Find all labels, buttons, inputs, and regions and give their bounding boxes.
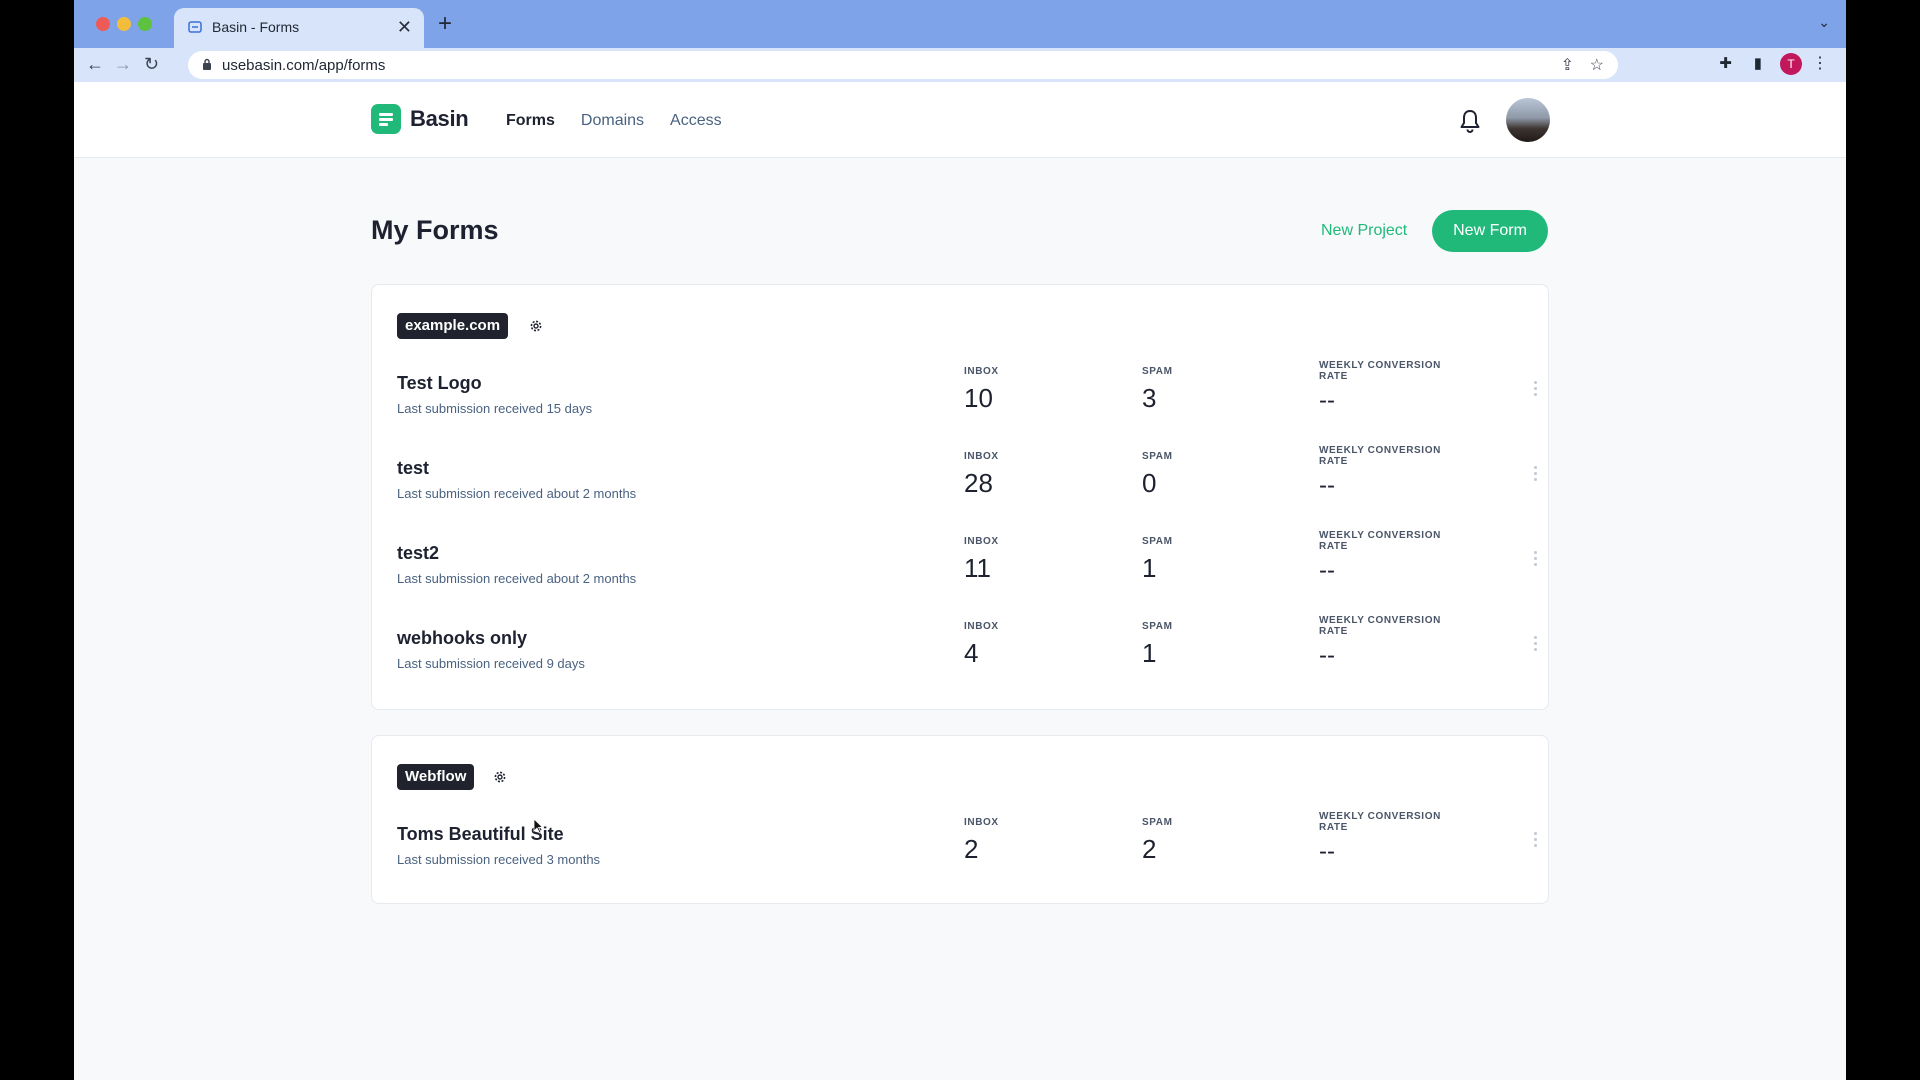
form-name[interactable]: test2 <box>397 543 439 564</box>
form-row[interactable]: Toms Beautiful Site Last submission rece… <box>372 811 1548 904</box>
last-submission-text: Last submission received about 2 months <box>397 486 637 501</box>
row-menu-icon[interactable] <box>1532 832 1538 852</box>
profile-avatar[interactable]: T <box>1780 53 1802 75</box>
spam-count[interactable]: 2 <box>1142 834 1156 865</box>
conversion-label: WEEKLY CONVERSION RATE <box>1319 811 1441 833</box>
spam-label: SPAM <box>1142 536 1173 547</box>
last-submission-text: Last submission received 3 months <box>397 852 601 867</box>
inbox-count[interactable]: 28 <box>964 468 993 499</box>
spam-label: SPAM <box>1142 621 1173 632</box>
project-settings-gear-icon[interactable] <box>528 318 544 334</box>
conversion-label: WEEKLY CONVERSION RATE <box>1319 360 1441 382</box>
form-name[interactable]: test <box>397 458 429 479</box>
last-submission-text: Last submission received about 2 months <box>397 571 637 586</box>
url-text: usebasin.com/app/forms <box>222 57 386 74</box>
conversion-value: -- <box>1319 838 1335 865</box>
minimize-window-button[interactable] <box>117 17 131 31</box>
maximize-window-button[interactable] <box>138 17 152 31</box>
row-menu-icon[interactable] <box>1532 636 1538 656</box>
project-card-webflow: Webflow Toms Beautiful Site Last submiss… <box>371 735 1549 904</box>
spam-label: SPAM <box>1142 366 1173 377</box>
main-nav: Forms Domains Access <box>506 112 722 130</box>
form-name[interactable]: webhooks only <box>397 628 527 649</box>
form-row[interactable]: webhooks only Last submission received 9… <box>372 615 1548 708</box>
project-badge[interactable]: example.com <box>397 313 509 339</box>
lock-icon <box>203 58 211 70</box>
row-menu-icon[interactable] <box>1532 466 1538 486</box>
last-submission-text: Last submission received 9 days <box>397 656 585 671</box>
inbox-label: INBOX <box>964 817 999 828</box>
page-title: My Forms <box>371 215 499 245</box>
inbox-count[interactable]: 10 <box>964 383 993 414</box>
row-menu-icon[interactable] <box>1532 551 1538 571</box>
share-icon[interactable]: ⇪ <box>1561 55 1574 75</box>
nav-domains[interactable]: Domains <box>581 112 644 130</box>
spam-count[interactable]: 0 <box>1142 468 1156 499</box>
bookmark-star-icon[interactable]: ☆ <box>1590 55 1604 75</box>
basin-favicon-icon <box>188 21 202 33</box>
tab-search-chevron-icon[interactable]: ⌄ <box>1818 14 1830 31</box>
forward-arrow-icon[interactable]: → <box>114 53 132 75</box>
app-header: Basin Forms Domains Access <box>74 82 1846 158</box>
inbox-count[interactable]: 11 <box>964 553 991 584</box>
project-settings-gear-icon[interactable] <box>492 769 508 785</box>
browser-tab[interactable]: Basin - Forms ✕ <box>174 8 424 48</box>
new-tab-button[interactable]: + <box>438 11 452 37</box>
address-bar[interactable]: usebasin.com/app/forms ⇪ ☆ <box>188 51 1618 79</box>
spam-label: SPAM <box>1142 817 1173 828</box>
inbox-label: INBOX <box>964 621 999 632</box>
basin-logo-icon[interactable] <box>371 104 401 134</box>
extensions-puzzle-icon[interactable]: ✚ <box>1719 54 1732 72</box>
spam-count[interactable]: 3 <box>1142 383 1156 414</box>
form-row[interactable]: test2 Last submission received about 2 m… <box>372 530 1548 623</box>
spam-count[interactable]: 1 <box>1142 638 1156 669</box>
form-row[interactable]: test Last submission received about 2 mo… <box>372 445 1548 538</box>
browser-menu-icon[interactable]: ⋮ <box>1812 53 1828 73</box>
conversion-value: -- <box>1319 472 1335 499</box>
conversion-label: WEEKLY CONVERSION RATE <box>1319 615 1441 637</box>
new-project-button[interactable]: New Project <box>1321 222 1407 240</box>
notifications-bell-icon[interactable] <box>1458 108 1482 134</box>
inbox-count[interactable]: 2 <box>964 834 978 865</box>
conversion-label: WEEKLY CONVERSION RATE <box>1319 445 1441 467</box>
side-panel-icon[interactable]: ▮ <box>1754 54 1762 72</box>
nav-forms[interactable]: Forms <box>506 112 555 130</box>
close-tab-icon[interactable]: ✕ <box>397 17 412 37</box>
form-name[interactable]: Test Logo <box>397 373 482 394</box>
back-arrow-icon[interactable]: ← <box>86 53 104 75</box>
close-window-button[interactable] <box>96 17 110 31</box>
conversion-label: WEEKLY CONVERSION RATE <box>1319 530 1441 552</box>
tab-strip: Basin - Forms ✕ + ⌄ <box>74 0 1846 48</box>
conversion-value: -- <box>1319 387 1335 414</box>
mouse-cursor-icon <box>533 818 543 834</box>
spam-label: SPAM <box>1142 451 1173 462</box>
new-form-button[interactable]: New Form <box>1432 210 1548 252</box>
form-row[interactable]: Test Logo Last submission received 15 da… <box>372 360 1548 453</box>
inbox-count[interactable]: 4 <box>964 638 978 669</box>
project-card-example-com: example.com Test Logo Last submission re… <box>371 284 1549 710</box>
tab-title: Basin - Forms <box>212 19 300 35</box>
browser-window: Basin - Forms ✕ + ⌄ ← → ↻ usebasin.com/a… <box>74 0 1846 1080</box>
user-avatar[interactable] <box>1506 98 1550 142</box>
conversion-value: -- <box>1319 642 1335 669</box>
conversion-value: -- <box>1319 557 1335 584</box>
spam-count[interactable]: 1 <box>1142 553 1156 584</box>
brand-name[interactable]: Basin <box>410 106 469 132</box>
browser-toolbar: ← → ↻ usebasin.com/app/forms ⇪ ☆ ✚ ▮ T ⋮ <box>74 48 1846 82</box>
last-submission-text: Last submission received 15 days <box>397 401 593 416</box>
row-menu-icon[interactable] <box>1532 381 1538 401</box>
nav-access[interactable]: Access <box>670 112 722 130</box>
inbox-label: INBOX <box>964 536 999 547</box>
inbox-label: INBOX <box>964 451 999 462</box>
reload-icon[interactable]: ↻ <box>144 53 159 75</box>
inbox-label: INBOX <box>964 366 999 377</box>
project-badge[interactable]: Webflow <box>397 764 475 790</box>
